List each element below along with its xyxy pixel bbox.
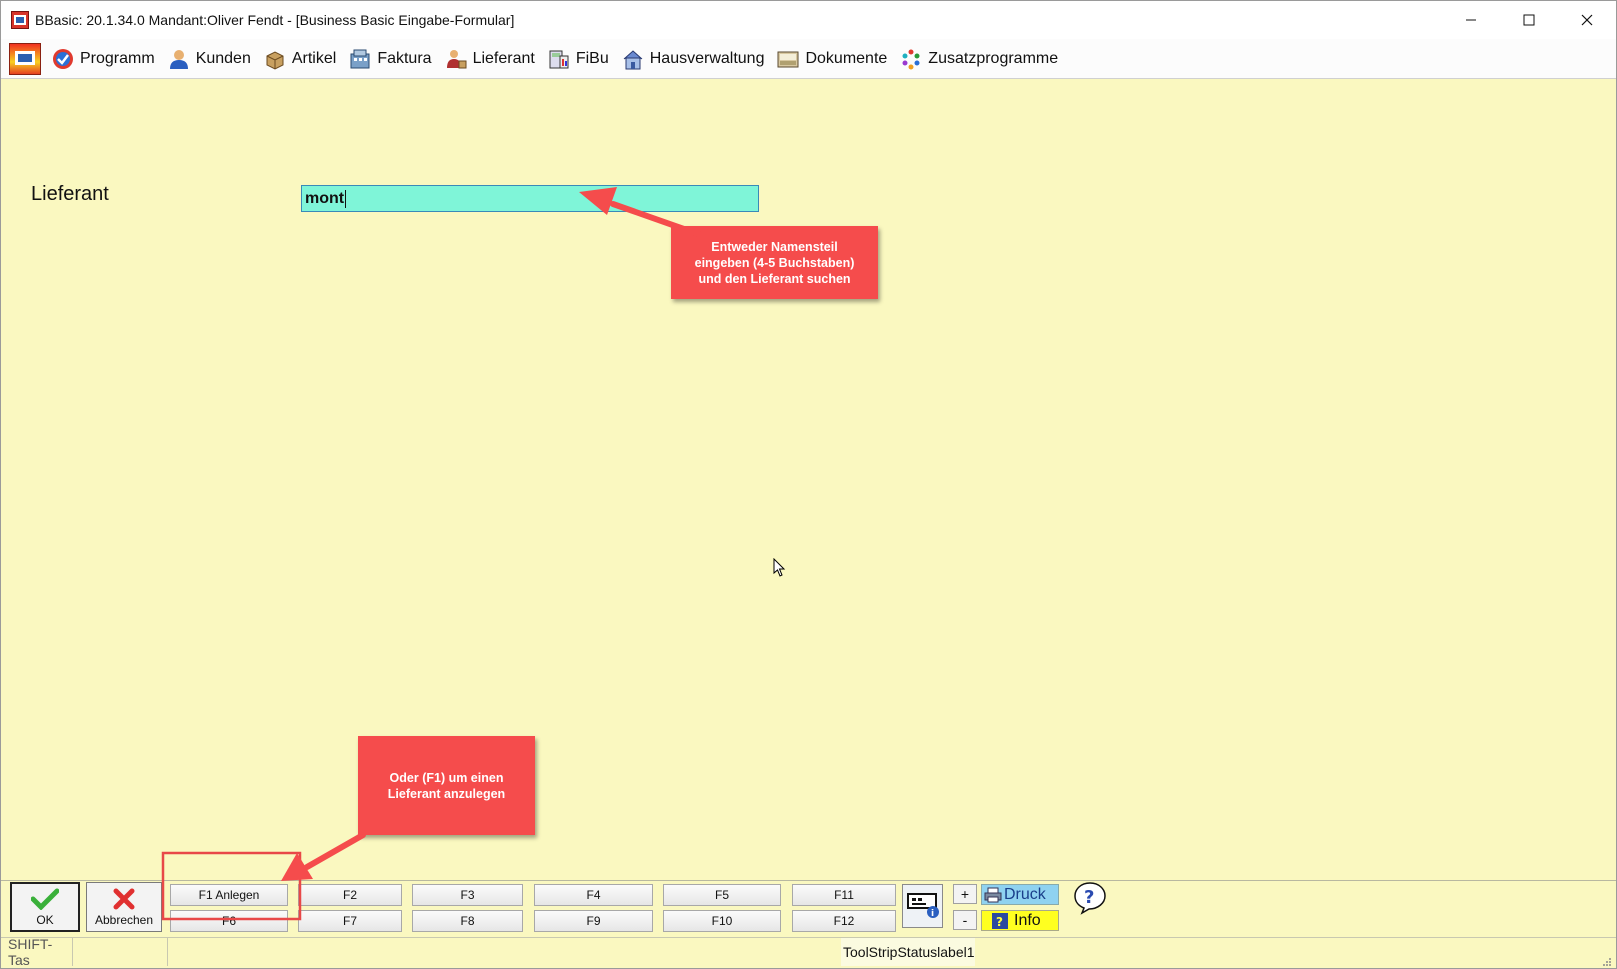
printer-icon	[984, 887, 1002, 903]
callout-search-hint: Entweder Namensteil eingeben (4-5 Buchst…	[671, 226, 878, 299]
f3-button[interactable]: F3	[412, 884, 523, 906]
f5-button[interactable]: F5	[663, 884, 781, 906]
menu-item-programm[interactable]: Programm	[47, 42, 163, 76]
mouse-cursor-icon	[773, 557, 787, 583]
app-window: BBasic: 20.1.34.0 Mandant:Oliver Fendt -…	[0, 0, 1617, 969]
menu-label-fibu: FiBu	[575, 49, 609, 67]
menu-item-faktura[interactable]: Faktura	[344, 42, 439, 76]
close-button[interactable]	[1558, 1, 1616, 39]
callout-create-hint: Oder (F1) um einen Lieferant anzulegen	[358, 736, 535, 835]
svg-text:?: ?	[996, 915, 1003, 929]
menu-logo-icon[interactable]	[9, 42, 41, 75]
plus-button[interactable]: +	[953, 884, 977, 904]
info-label: Info	[1014, 911, 1041, 929]
keyboard-info-icon: i	[906, 888, 940, 925]
menu-item-fibu[interactable]: FiBu	[543, 42, 617, 76]
f11-button[interactable]: F11	[792, 884, 896, 906]
help-button[interactable]: ?	[1072, 881, 1108, 920]
minus-button[interactable]: -	[953, 910, 977, 930]
menu-item-lieferant[interactable]: Lieferant	[440, 42, 543, 76]
f2-button[interactable]: F2	[298, 884, 402, 906]
keyboard-info-button[interactable]: i	[902, 884, 943, 928]
menu-label-zusatzprogramme: Zusatzprogramme	[928, 49, 1059, 67]
zusatzprogramme-icon	[899, 47, 923, 71]
window-controls	[1442, 1, 1616, 39]
ok-label: OK	[36, 913, 54, 927]
f12-button[interactable]: F12	[792, 910, 896, 932]
kunden-icon	[167, 47, 191, 71]
svg-text:i: i	[931, 909, 934, 919]
f6-button[interactable]: F6	[170, 910, 288, 932]
svg-text:?: ?	[1084, 887, 1094, 908]
f9-button[interactable]: F9	[534, 910, 653, 932]
maximize-icon	[1523, 14, 1535, 26]
ok-button[interactable]: OK	[10, 882, 80, 932]
f4-button[interactable]: F4	[534, 884, 653, 906]
status-label: ToolStripStatuslabel1	[841, 938, 975, 966]
status-shift: SHIFT-Tas	[5, 936, 73, 968]
menu-item-dokumente[interactable]: Dokumente	[772, 42, 895, 76]
menu-item-artikel[interactable]: Artikel	[259, 42, 344, 76]
hausverwaltung-icon	[621, 47, 645, 71]
resize-grip-icon[interactable]	[1602, 954, 1612, 966]
window-title: BBasic: 20.1.34.0 Mandant:Oliver Fendt -…	[35, 12, 515, 28]
cancel-label: Abbrechen	[94, 913, 154, 927]
menu-item-kunden[interactable]: Kunden	[163, 42, 259, 76]
lieferant-label: Lieferant	[31, 183, 109, 205]
menu-label-kunden: Kunden	[195, 49, 251, 67]
fibu-icon	[547, 47, 571, 71]
app-icon	[11, 11, 29, 29]
help-question-icon: ?	[1073, 881, 1107, 920]
menu-label-hausverwaltung: Hausverwaltung	[649, 49, 765, 67]
f10-button[interactable]: F10	[663, 910, 781, 932]
menu-label-artikel: Artikel	[291, 49, 337, 67]
programm-icon	[51, 47, 75, 71]
menu-label-programm: Programm	[80, 49, 155, 67]
info-button[interactable]: ? Info	[981, 910, 1059, 931]
f1-anlegen-button[interactable]: F1 Anlegen	[170, 884, 288, 906]
title-bar: BBasic: 20.1.34.0 Mandant:Oliver Fendt -…	[1, 1, 1616, 39]
form-area: Lieferant mont Entweder Namensteil einge…	[1, 80, 1616, 880]
checkmark-icon	[31, 887, 59, 911]
cancel-button[interactable]: Abbrechen	[86, 882, 162, 932]
minimize-icon	[1466, 19, 1476, 21]
menu-item-zusatzprogramme[interactable]: Zusatzprogramme	[895, 42, 1066, 76]
druck-label: Druck	[1004, 885, 1046, 903]
close-icon	[1581, 14, 1593, 26]
minimize-button[interactable]	[1442, 1, 1500, 39]
lieferant-icon	[444, 47, 468, 71]
cross-icon	[113, 887, 135, 911]
artikel-icon	[263, 47, 287, 71]
menu-label-lieferant: Lieferant	[472, 49, 535, 67]
lieferant-input-value: mont	[305, 189, 345, 207]
druck-button[interactable]: Druck	[981, 884, 1059, 905]
menu-item-hausverwaltung[interactable]: Hausverwaltung	[617, 42, 773, 76]
dokumente-icon	[776, 47, 800, 71]
info-icon: ?	[992, 912, 1008, 929]
maximize-button[interactable]	[1500, 1, 1558, 39]
status-segment-empty-1	[73, 938, 168, 966]
lieferant-input[interactable]: mont	[301, 185, 759, 212]
menu-label-faktura: Faktura	[377, 49, 432, 67]
menu-label-dokumente: Dokumente	[805, 49, 888, 67]
f7-button[interactable]: F7	[298, 910, 402, 932]
menu-bar: Programm Kunden Artikel Faktura Lieferan…	[1, 39, 1616, 104]
text-caret	[345, 189, 347, 208]
status-bar	[1, 937, 1616, 968]
f8-button[interactable]: F8	[412, 910, 523, 932]
faktura-icon	[348, 47, 372, 71]
